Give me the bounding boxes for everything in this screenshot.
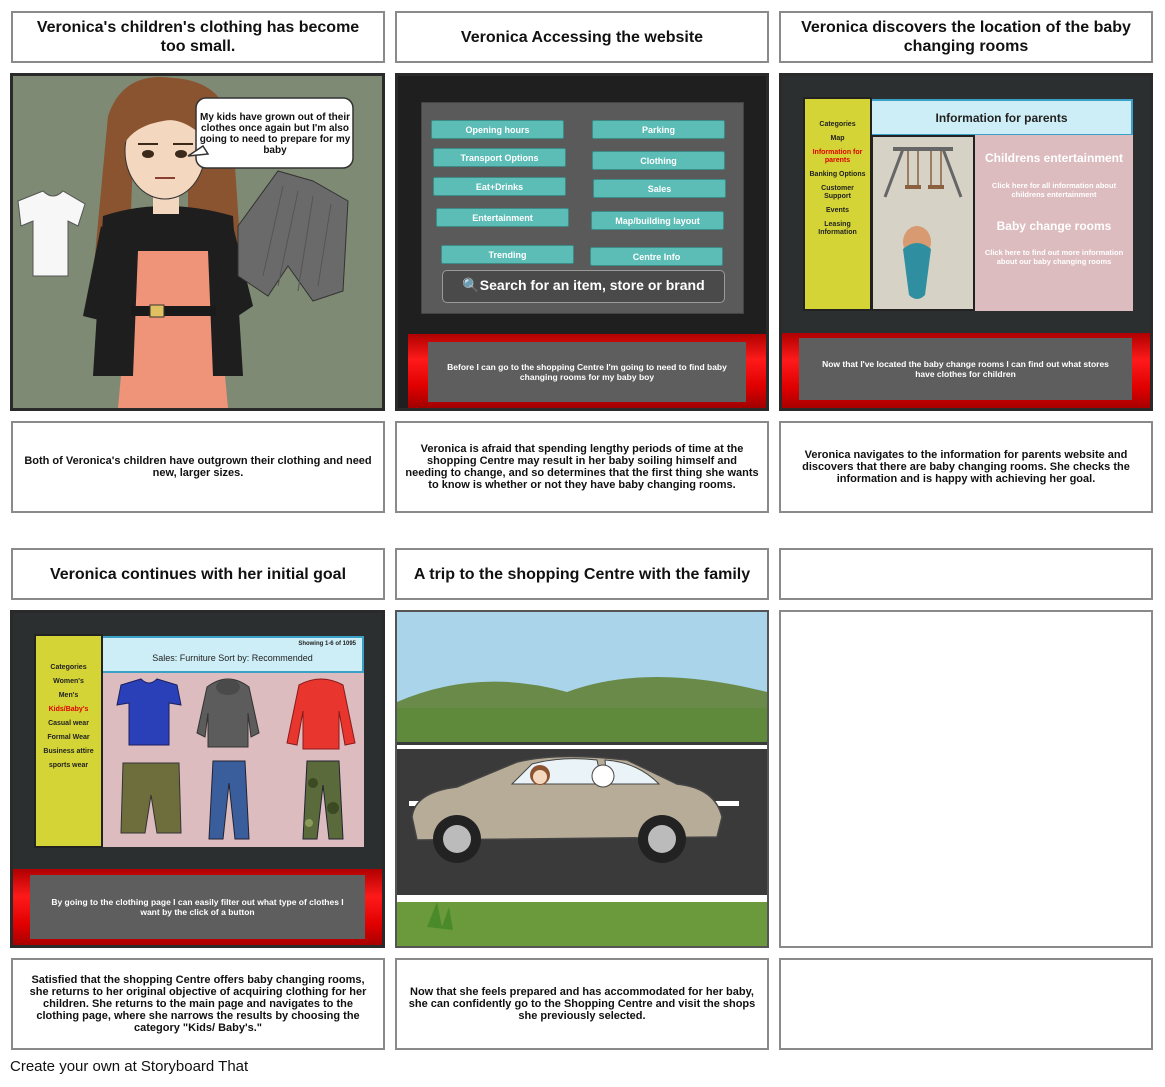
menu-sales[interactable]: Sales [593, 179, 726, 198]
menu-parking[interactable]: Parking [592, 120, 725, 139]
sidebar-item-business-attire[interactable]: Business attire [38, 748, 99, 756]
sidebar-item-events[interactable]: Events [807, 207, 868, 215]
sidebar-item-mens[interactable]: Men's [38, 692, 99, 700]
menu-eat-drinks[interactable]: Eat+Drinks [433, 177, 566, 196]
sidebar-item-womens[interactable]: Women's [38, 678, 99, 686]
cell-6-description [779, 958, 1153, 1050]
sidebar-item-information-for-parents[interactable]: Information for parents [807, 149, 868, 165]
sidebar-item-customer-support[interactable]: Customer Support [807, 185, 868, 201]
cell-1-description-text: Both of Veronica's children have outgrow… [24, 455, 372, 479]
sidebar-item-sports-wear[interactable]: sports wear [38, 762, 99, 770]
cell-1-title-text: Veronica's children's clothing has becom… [36, 19, 360, 55]
speech-bubble-text: My kids have grown out of their clothes … [199, 112, 351, 156]
sidebar-item-formal-wear[interactable]: Formal Wear [38, 734, 99, 742]
clothing-header: Showing 1-6 of 1095 Sales: Furniture Sor… [101, 636, 364, 673]
menu-entertainment[interactable]: Entertainment [436, 208, 569, 227]
cell-2-scene: Opening hours Transport Options Eat+Drin… [395, 73, 769, 411]
footer-link[interactable]: Create your own at Storyboard That [10, 1058, 248, 1075]
car-trip-illustration [397, 612, 767, 946]
menu-transport-options[interactable]: Transport Options [433, 148, 566, 167]
clothing-sidebar: Categories Women's Men's Kids/Baby's Cas… [34, 634, 103, 848]
cell-5-title: A trip to the shopping Centre with the f… [395, 548, 769, 600]
menu-clothing[interactable]: Clothing [592, 151, 725, 170]
cell-6-title [779, 548, 1153, 600]
sidebar-item-leasing-information[interactable]: Leasing Information [807, 221, 868, 237]
cell-2-description: Veronica is afraid that spending lengthy… [395, 421, 769, 513]
cell-3-title-text: Veronica discovers the location of the b… [801, 19, 1131, 55]
cell-4-caption: By going to the clothing page I can easi… [30, 875, 365, 939]
cell-2-title-text: Veronica Accessing the website [460, 28, 704, 46]
sidebar-item-map[interactable]: Map [807, 135, 868, 143]
parents-header: Information for parents [870, 99, 1133, 136]
product-jeans [208, 760, 250, 840]
parents-info-area: Childrens entertainment Click here for a… [975, 135, 1133, 311]
sidebar-item-casual-wear[interactable]: Casual wear [38, 720, 99, 728]
cell-1-scene: My kids have grown out of their clothes … [10, 73, 385, 411]
menu-trending[interactable]: Trending [441, 245, 574, 264]
menu-centre-info[interactable]: Centre Info [590, 247, 723, 266]
parents-image-area [871, 135, 975, 311]
search-bar-label: Search for an item, store or brand [479, 277, 705, 293]
cell-4-title: Veronica continues with her initial goal [11, 548, 385, 600]
menu-map-building-layout[interactable]: Map/building layout [591, 211, 724, 230]
cell-5-title-text: A trip to the shopping Centre with the f… [413, 565, 751, 583]
results-count: Showing 1-6 of 1095 [298, 641, 356, 647]
baby-change-rooms-title[interactable]: Baby change rooms [975, 219, 1133, 233]
baby-change-rooms-text[interactable]: Click here to find out more information … [981, 248, 1127, 266]
cell-1-title: Veronica's children's clothing has becom… [11, 11, 385, 63]
search-icon: 🔍 [462, 277, 480, 293]
cell-4-description-text: Satisfied that the shopping Centre offer… [29, 974, 367, 1034]
cell-3-caption: Now that I've located the baby change ro… [799, 338, 1132, 400]
cell-5-scene [395, 610, 769, 948]
cell-1-description: Both of Veronica's children have outgrow… [11, 421, 385, 513]
cell-3-description: Veronica navigates to the information fo… [779, 421, 1153, 513]
product-khaki-shorts [120, 762, 182, 834]
product-blue-tshirt [116, 678, 182, 746]
product-grid-illustration [116, 678, 356, 840]
product-red-sweater [286, 678, 356, 750]
cell-5-description: Now that she feels prepared and has acco… [395, 958, 769, 1050]
cell-2-description-text: Veronica is afraid that spending lengthy… [405, 443, 759, 491]
cell-3-scene: Information for parents Categories Map I… [779, 73, 1153, 411]
cell-3-description-text: Veronica navigates to the information fo… [802, 449, 1130, 485]
product-camo-pants [302, 760, 344, 840]
cell-4-scene: Showing 1-6 of 1095 Sales: Furniture Sor… [10, 610, 385, 948]
sidebar-item-categories: Categories [819, 121, 856, 128]
cell-2-caption: Before I can go to the shopping Centre I… [428, 342, 746, 402]
childrens-entertainment-text[interactable]: Click here for all information about chi… [983, 181, 1125, 199]
cell-6-scene [779, 610, 1153, 948]
childrens-entertainment-title[interactable]: Childrens entertainment [975, 151, 1133, 165]
sidebar-item-categories: Categories [50, 664, 87, 671]
sidebar-item-kids-babys[interactable]: Kids/Baby's [38, 706, 99, 714]
cell-5-description-text: Now that she feels prepared and has acco… [408, 986, 756, 1022]
cell-4-title-text: Veronica continues with her initial goal [49, 565, 347, 583]
product-grid [103, 673, 364, 847]
sidebar-item-banking-options[interactable]: Banking Options [807, 171, 868, 179]
cell-4-description: Satisfied that the shopping Centre offer… [11, 958, 385, 1050]
cell-3-title: Veronica discovers the location of the b… [779, 11, 1153, 63]
search-bar[interactable]: 🔍Search for an item, store or brand [442, 270, 725, 303]
parents-sidebar: Categories Map Information for parents B… [803, 97, 872, 311]
menu-opening-hours[interactable]: Opening hours [431, 120, 564, 139]
cell-2-title: Veronica Accessing the website [395, 11, 769, 63]
sort-label: Sales: Furniture Sort by: Recommended [152, 653, 313, 663]
swing-and-baby-illustration [883, 147, 963, 299]
